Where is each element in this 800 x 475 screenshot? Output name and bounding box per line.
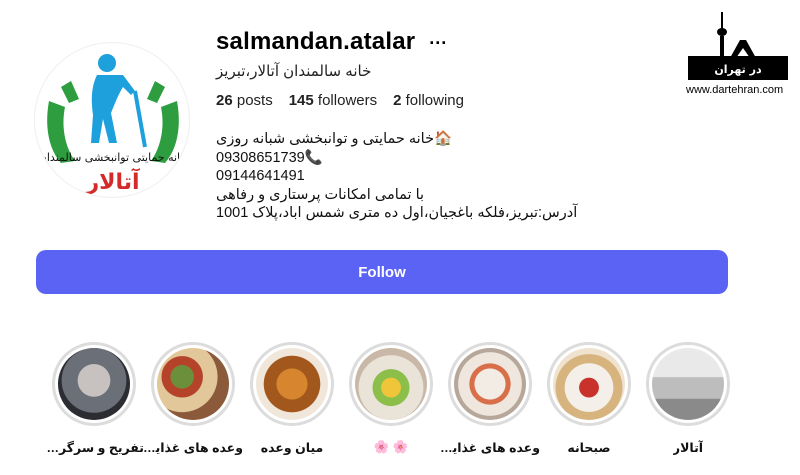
username: salmandan.atalar (216, 28, 416, 55)
bio-line: با تمامی امکانات پرستاری و رفاهی (216, 186, 425, 203)
story-highlight[interactable]: 🌸 🌸 (349, 342, 433, 455)
posts-count: 26 (216, 92, 233, 109)
highlight-label: میان وعده (260, 441, 324, 455)
story-highlight[interactable]: میان وعده (250, 342, 334, 455)
avatar-name-text: آتالار (85, 167, 140, 195)
bio-address: آدرس:تبریز،فلکه باغجیان،اول ده متری شمس … (216, 205, 578, 221)
story-highlight[interactable]: صبحانه (547, 342, 631, 455)
highlight-label: صبحانه (567, 441, 611, 455)
profile-avatar[interactable]: خانه حمایتی توانبخشی سالمندان آتالار (34, 42, 190, 198)
story-highlight[interactable]: وعده های غذایـ... (143, 342, 243, 455)
following-stat[interactable]: 2 following (393, 92, 464, 109)
posts-label: posts (236, 92, 273, 109)
bio-phone-1: 09308651739📞 (216, 149, 323, 166)
highlight-thumbnail (553, 348, 625, 420)
highlight-ring (250, 342, 334, 426)
story-highlight[interactable]: تفریح و سرگرمی (44, 342, 144, 455)
milad-tower-icon: در تهران (688, 12, 788, 80)
story-highlight[interactable]: وعده های غذایی (440, 342, 540, 455)
highlight-thumbnail (58, 348, 130, 420)
watermark-logo-text: در تهران (714, 63, 762, 76)
profile-header: salmandan.atalar ··· (216, 28, 447, 56)
followers-label: followers (317, 92, 378, 109)
avatar-arc-text: خانه حمایتی توانبخشی سالمندان (39, 151, 187, 164)
highlight-thumbnail (355, 348, 427, 420)
nursing-home-logo: خانه حمایتی توانبخشی سالمندان آتالار (39, 54, 187, 195)
highlight-ring (448, 342, 532, 426)
highlight-label: تفریح و سرگرمی (44, 441, 144, 455)
highlight-ring (349, 342, 433, 426)
followers-stat[interactable]: 145 followers (289, 92, 377, 109)
story-highlight[interactable]: آتالار (646, 342, 730, 455)
highlight-ring (547, 342, 631, 426)
followers-count: 145 (288, 92, 314, 109)
highlight-label: وعده های غذایـ... (143, 441, 243, 455)
watermark-url: www.dartehran.com (686, 84, 784, 96)
highlight-label: آتالار (672, 441, 704, 455)
highlight-thumbnail (256, 348, 328, 420)
highlight-ring (646, 342, 730, 426)
highlight-thumbnail (454, 348, 526, 420)
following-label: following (405, 92, 464, 109)
posts-stat[interactable]: 26 posts (216, 92, 273, 109)
bio-line: 🏠خانه حمایتی و توانبخشی شبانه روزی (216, 131, 453, 147)
bio-phone-2: 09144641491 (216, 168, 305, 184)
highlight-ring (151, 342, 235, 426)
profile-bio: 🏠خانه حمایتی و توانبخشی شبانه روزی 09308… (216, 130, 577, 223)
highlight-label: 🌸 🌸 (373, 440, 409, 454)
profile-stats: 26 posts 145 followers 2 following (216, 92, 464, 109)
more-options-icon[interactable]: ··· (429, 34, 447, 52)
highlight-ring (52, 342, 136, 426)
follow-button[interactable]: Follow (36, 250, 728, 294)
profile-full-name: خانه سالمندان آتالار،تبریز (216, 63, 372, 80)
following-count: 2 (393, 92, 402, 109)
highlight-thumbnail (157, 348, 229, 420)
highlight-label: وعده های غذایی (440, 441, 540, 455)
highlight-thumbnail (652, 348, 724, 420)
